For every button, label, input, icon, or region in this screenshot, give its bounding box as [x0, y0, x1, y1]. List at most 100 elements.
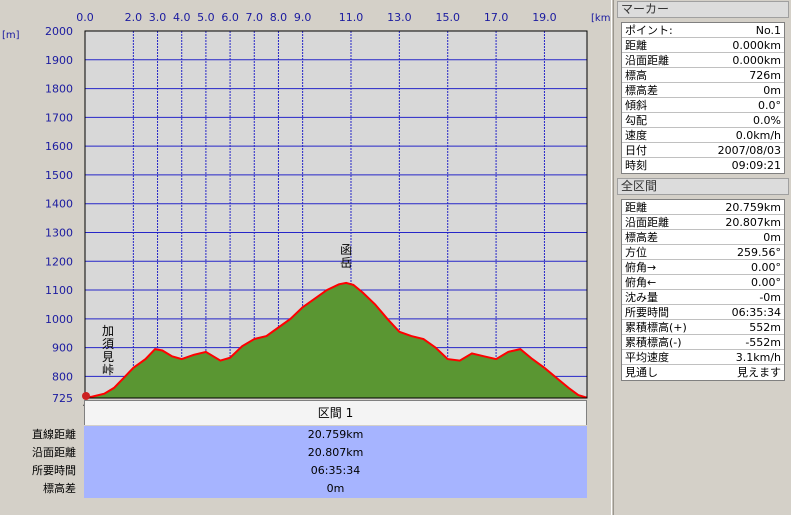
- panel-row: 標高差 0m: [622, 230, 784, 245]
- summary-label: 所要時間: [32, 464, 76, 477]
- panel-row: 標高 726m: [622, 68, 784, 83]
- panel-row-value: 0.000km: [732, 39, 781, 52]
- elevation-chart[interactable]: 0.0 2.0 3.0 4.0 5.0 6.0 7.0 8.0 9.0 11.0 13.0 15.0 1…: [0, 0, 612, 420]
- x-tick-label: 11.0: [339, 11, 364, 24]
- panel-row-value: 3.1km/h: [735, 351, 781, 364]
- panel-row-label: 沈み量: [625, 291, 658, 304]
- x-tick-label: 7.0: [246, 11, 264, 24]
- panel-row-value: 552m: [749, 321, 781, 334]
- panel-row-value: -0m: [759, 291, 781, 304]
- panel-row: 沿面距離 0.000km: [622, 53, 784, 68]
- summary-value: 20.807km: [307, 446, 364, 459]
- panel-row-label: 傾斜: [625, 99, 647, 112]
- summary-value: 0m: [326, 482, 345, 495]
- all-section-panel-title: 全区間: [617, 178, 789, 195]
- panel-row-label: 速度: [625, 129, 647, 142]
- splitter[interactable]: [611, 0, 614, 515]
- panel-row-label: 累積標高(+): [625, 321, 687, 334]
- all-section-panel: 距離 20.759km 沿面距離 20.807km 標高差 0m 方位 259.56° 俯角→ 0…: [621, 199, 785, 381]
- y-tick-label: 1000: [45, 313, 73, 326]
- panel-row: 累積標高(+) 552m: [622, 320, 784, 335]
- panel-row: ポイント: No.1: [622, 23, 784, 38]
- panel-row-value: 0m: [763, 231, 781, 244]
- annotation-label: 岳: [340, 256, 352, 270]
- panel-row-label: 標高: [625, 69, 647, 82]
- panel-row-label: 距離: [625, 39, 647, 52]
- panel-row: 標高差 0m: [622, 83, 784, 98]
- panel-row-value: 0.000km: [732, 54, 781, 67]
- panel-row-label: 方位: [625, 246, 647, 259]
- panel-row-value: 0m: [763, 84, 781, 97]
- y-tick-label: 1100: [45, 284, 73, 297]
- panel-row-value: 259.56°: [737, 246, 781, 259]
- x-tick-label: 4.0: [173, 11, 191, 24]
- section-tab[interactable]: 区間 1: [84, 400, 587, 425]
- panel-row-value: 09:09:21: [731, 159, 781, 172]
- y-tick-label: 1400: [45, 198, 73, 211]
- panel-row: 俯角→ 0.00°: [622, 260, 784, 275]
- panel-row-label: 距離: [625, 201, 647, 214]
- x-tick-label: 8.0: [270, 11, 288, 24]
- panel-row-value: 20.807km: [725, 216, 781, 229]
- annotation-label: 見: [102, 350, 114, 364]
- panel-row-value: 0.0km/h: [735, 129, 781, 142]
- panel-row-value: 20.759km: [725, 201, 781, 214]
- y-unit-label: [m]: [2, 30, 20, 41]
- panel-row: 所要時間 06:35:34: [622, 305, 784, 320]
- summary-label: 直線距離: [32, 428, 76, 441]
- panel-row-value: 0.00°: [751, 276, 781, 289]
- panel-row: 距離 20.759km: [622, 200, 784, 215]
- panel-row-label: 勾配: [625, 114, 647, 127]
- y-tick-label: 1700: [45, 111, 73, 124]
- panel-row-label: 累積標高(-): [625, 336, 682, 349]
- y-tick-label: 1500: [45, 169, 73, 182]
- panel-row: 時刻 09:09:21: [622, 158, 784, 173]
- x-tick-label: 0.0: [76, 11, 94, 24]
- y-axis-ticks: 725 800 900 1000 1100 1200 1300 1400 1500 1600 170…: [45, 25, 73, 405]
- x-axis-ticks: 0.0 2.0 3.0 4.0 5.0 6.0 7.0 8.0 9.0 11.0 13.0 15.0 1…: [76, 11, 556, 24]
- panel-row-value: 06:35:34: [731, 306, 781, 319]
- y-tick-label: 1200: [45, 255, 73, 268]
- panel-row-label: 見通し: [625, 366, 658, 379]
- y-tick-label: 800: [52, 370, 73, 383]
- panel-row-label: 俯角→: [625, 261, 657, 274]
- annotation-label: 函: [340, 243, 352, 257]
- panel-row-label: 日付: [625, 144, 647, 157]
- panel-row: 速度 0.0km/h: [622, 128, 784, 143]
- y-tick-label: 1900: [45, 54, 73, 67]
- panel-row-label: ポイント:: [625, 24, 673, 37]
- panel-row-label: 標高差: [625, 231, 658, 244]
- marker-panel-title: マーカー: [617, 1, 789, 18]
- y-tick-label: 1800: [45, 83, 73, 96]
- x-tick-label: 2.0: [125, 11, 143, 24]
- panel-row-label: 標高差: [625, 84, 658, 97]
- panel-row: 沿面距離 20.807km: [622, 215, 784, 230]
- panel-row-value: 見えます: [737, 366, 781, 379]
- panel-row: 沈み量 -0m: [622, 290, 784, 305]
- panel-row: 距離 0.000km: [622, 38, 784, 53]
- section-summary-labels: 直線距離 沿面距離 所要時間 標高差: [0, 426, 84, 498]
- panel-row-label: 沿面距離: [625, 54, 669, 67]
- panel-row: 俯角← 0.00°: [622, 275, 784, 290]
- x-tick-label: 15.0: [435, 11, 460, 24]
- panel-row-value: 0.00°: [751, 261, 781, 274]
- summary-value: 20.759km: [307, 428, 364, 441]
- panel-row: 勾配 0.0%: [622, 113, 784, 128]
- y-tick-label: 1600: [45, 140, 73, 153]
- annotation-label: 加: [102, 324, 114, 338]
- panel-row-value: 0.0%: [753, 114, 781, 127]
- x-unit-label: [km]: [591, 13, 612, 24]
- x-tick-label: 9.0: [294, 11, 312, 24]
- y-tick-label: 1300: [45, 226, 73, 239]
- panel-row: 平均速度 3.1km/h: [622, 350, 784, 365]
- panel-row-value: 0.0°: [758, 99, 781, 112]
- panel-row-value: 726m: [749, 69, 781, 82]
- panel-row-label: 所要時間: [625, 306, 669, 319]
- marker-panel: ポイント: No.1 距離 0.000km 沿面距離 0.000km 標高 726m 標高差 0m…: [621, 22, 785, 174]
- panel-row: 累積標高(-) -552m: [622, 335, 784, 350]
- summary-label: 標高差: [43, 482, 76, 495]
- summary-value: 06:35:34: [310, 464, 361, 477]
- panel-row-value: No.1: [755, 24, 781, 37]
- panel-row-value: 2007/08/03: [717, 144, 781, 157]
- panel-row-value: -552m: [745, 336, 781, 349]
